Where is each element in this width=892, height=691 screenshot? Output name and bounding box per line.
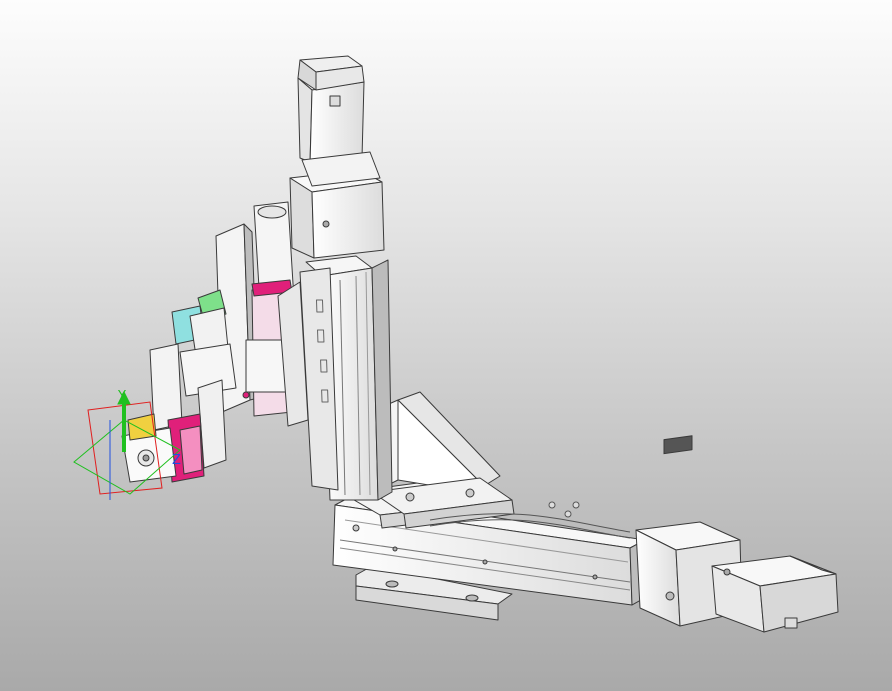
cad-viewport[interactable]: Y Z [0,0,892,691]
z-axis-linear-module[interactable] [289,55,393,501]
end-effector-assembly[interactable] [121,201,309,483]
z-axis-label: Z [172,453,181,468]
y-axis-label: Y [117,389,126,404]
cad-model-scene[interactable]: Y Z [0,0,892,691]
